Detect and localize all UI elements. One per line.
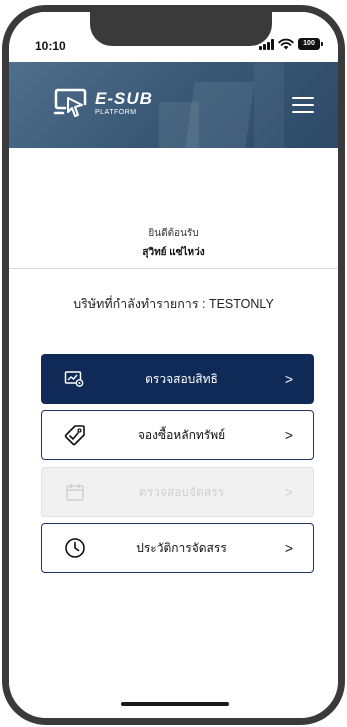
- check-rights-button[interactable]: ตรวจสอบสิทธิ >: [41, 354, 314, 404]
- battery-icon: 100: [298, 38, 323, 50]
- app-logo[interactable]: E-SUB PLATFORM: [53, 86, 153, 120]
- allocation-history-button[interactable]: ประวัติการจัดสรร >: [41, 523, 314, 573]
- home-indicator[interactable]: [121, 702, 229, 706]
- wifi-icon: [278, 38, 294, 50]
- allocation-history-label: ประวัติการจัดสรร: [136, 540, 227, 555]
- chevron-right-icon: >: [284, 427, 293, 443]
- welcome-label: ยินดีต้อนรับ: [148, 228, 199, 239]
- logo-icon: [53, 88, 87, 117]
- phone-frame: 10:10 100 E-SUB PLATFORM ยินดีต้อนรับ สุ…: [2, 5, 345, 725]
- current-company: บริษัทที่กำลังทำรายการ : TESTONLY: [73, 297, 274, 311]
- subscribe-securities-label: จองซื้อหลักทรัพย์: [137, 427, 226, 442]
- check-allocation-button[interactable]: ตรวจสอบจัดสรร >: [41, 467, 314, 517]
- chevron-right-icon: >: [284, 540, 293, 556]
- check-rights-label: ตรวจสอบสิทธิ: [145, 371, 218, 386]
- device-notch: [90, 12, 272, 46]
- section-divider: [9, 268, 338, 269]
- subscribe-securities-button[interactable]: จองซื้อหลักทรัพย์ >: [41, 410, 314, 460]
- app-header: E-SUB PLATFORM: [9, 62, 338, 148]
- check-allocation-label: ตรวจสอบจัดสรร: [138, 484, 225, 499]
- logo-title: E-SUB: [95, 89, 153, 108]
- hamburger-menu-icon[interactable]: [292, 97, 314, 113]
- status-time: 10:10: [35, 39, 66, 53]
- app-screen: 10:10 100 E-SUB PLATFORM ยินดีต้อนรับ สุ…: [9, 12, 338, 718]
- status-icons: 100: [259, 38, 323, 50]
- logo-subtitle: PLATFORM: [95, 109, 137, 116]
- chevron-right-icon: >: [284, 371, 293, 387]
- user-name: สุวิทย์ แซ่ไหว่ง: [142, 247, 205, 258]
- chevron-right-icon: >: [284, 484, 293, 500]
- welcome-section: ยินดีต้อนรับ สุวิทย์ แซ่ไหว่ง: [9, 226, 338, 260]
